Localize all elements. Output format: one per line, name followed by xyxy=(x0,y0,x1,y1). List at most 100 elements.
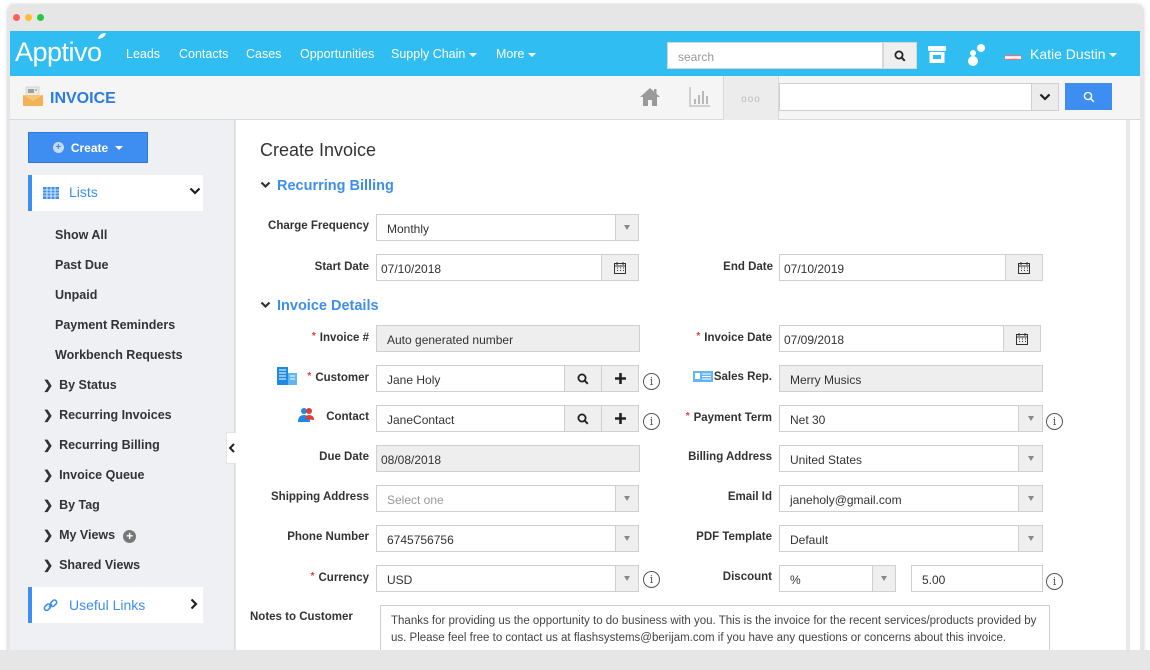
nav-more[interactable]: More xyxy=(496,47,537,61)
sidebar-group-by-status[interactable]: ❯ By Status xyxy=(43,378,117,392)
search-icon xyxy=(894,50,906,62)
nav-opportunities[interactable]: Opportunities xyxy=(300,47,374,61)
discount-value-input[interactable]: 5.00 xyxy=(911,565,1043,592)
customer-info-icon[interactable]: i xyxy=(643,373,660,390)
useful-links-toggle[interactable]: Useful Links xyxy=(28,587,203,623)
end-date-input[interactable]: 07/10/2019 xyxy=(779,254,1008,281)
app-search-button[interactable] xyxy=(1065,83,1112,110)
email-dropdown[interactable] xyxy=(1018,485,1043,512)
user-name: Katie Dustin xyxy=(1030,46,1106,62)
dropdown-arrow-icon xyxy=(624,576,630,581)
chart-icon[interactable] xyxy=(689,86,711,108)
phone-select[interactable]: 6745756756 xyxy=(376,525,616,552)
currency-select[interactable]: USD xyxy=(376,565,616,592)
maximize-window-button[interactable] xyxy=(37,14,44,21)
sidebar-group-recurring-invoices[interactable]: ❯ Recurring Invoices xyxy=(43,408,172,422)
section-title: Invoice Details xyxy=(277,298,379,314)
sidebar-item-workbench-requests[interactable]: Workbench Requests xyxy=(55,348,183,362)
pdf-template-dropdown[interactable] xyxy=(1018,525,1043,552)
nav-cases[interactable]: Cases xyxy=(246,47,281,61)
global-search-input[interactable]: search xyxy=(667,42,883,69)
currency-dropdown[interactable] xyxy=(615,565,639,592)
payment-term-info-icon[interactable]: i xyxy=(1046,413,1063,430)
due-date-input[interactable]: 08/08/2018 xyxy=(376,445,640,472)
sidebar-group-my-views[interactable]: ❯ My Views + xyxy=(43,528,137,543)
close-window-button[interactable] xyxy=(13,14,20,21)
sidebar-collapse-handle[interactable] xyxy=(226,432,236,464)
create-button[interactable]: + Create xyxy=(28,132,148,163)
sidebar-group-invoice-queue[interactable]: ❯ Invoice Queue xyxy=(43,468,145,482)
discount-info-icon[interactable]: i xyxy=(1046,573,1063,590)
store-icon[interactable] xyxy=(928,46,946,63)
label-text: Invoice # xyxy=(319,332,369,344)
sidebar-group-recurring-billing[interactable]: ❯ Recurring Billing xyxy=(43,438,160,452)
view-select-toggle[interactable] xyxy=(1032,83,1059,111)
people-icon[interactable] xyxy=(967,44,987,66)
payment-term-select[interactable]: Net 30 xyxy=(779,405,1019,432)
start-date-input[interactable]: 07/10/2018 xyxy=(376,254,604,281)
contact-search-button[interactable] xyxy=(564,405,602,432)
invoice-date-picker[interactable] xyxy=(1003,325,1041,352)
group-label: By Tag xyxy=(59,498,100,512)
shipping-address-dropdown[interactable] xyxy=(615,485,639,512)
global-search-button[interactable] xyxy=(883,42,917,69)
more-tab[interactable]: ooo xyxy=(723,76,779,120)
start-date-picker[interactable] xyxy=(601,254,639,281)
sidebar-item-past-due[interactable]: Past Due xyxy=(55,258,109,272)
payment-term-dropdown[interactable] xyxy=(1018,405,1043,432)
home-icon[interactable] xyxy=(639,86,661,108)
invoice-date-input[interactable]: 07/09/2018 xyxy=(779,325,1007,352)
required-marker: * xyxy=(685,411,690,422)
sidebar-item-payment-reminders[interactable]: Payment Reminders xyxy=(55,318,175,332)
billing-address-dropdown[interactable] xyxy=(1018,445,1043,472)
vertical-scrollbar[interactable] xyxy=(1126,120,1140,664)
nav-contacts[interactable]: Contacts xyxy=(179,47,228,61)
sidebar-group-shared-views[interactable]: ❯ Shared Views xyxy=(43,558,140,572)
title-bar xyxy=(8,4,1143,31)
end-date-picker[interactable] xyxy=(1005,254,1043,281)
user-menu[interactable]: Katie Dustin xyxy=(1030,46,1118,62)
flag-icon xyxy=(1005,55,1021,60)
section-invoice-details[interactable]: Invoice Details xyxy=(260,298,379,314)
invoice-number-input[interactable]: Auto generated number xyxy=(376,325,640,352)
apptivo-logo[interactable]: Apptivo xyxy=(15,33,106,68)
sidebar-item-show-all[interactable]: Show All xyxy=(55,228,107,242)
charge-frequency-label: Charge Frequency xyxy=(268,220,369,232)
charge-frequency-select[interactable]: Monthly xyxy=(376,214,616,241)
contact-input[interactable]: JaneContact xyxy=(376,405,566,432)
group-label: My Views xyxy=(59,528,116,542)
calendar-grid-icon xyxy=(43,187,59,199)
nav-leads[interactable]: Leads xyxy=(126,47,160,61)
nav-supply-chain[interactable]: Supply Chain xyxy=(391,47,478,61)
email-select[interactable]: janeholy@gmail.com xyxy=(779,485,1019,512)
discount-type-select[interactable]: % xyxy=(779,565,873,592)
sales-rep-input[interactable]: Merry Musics xyxy=(779,365,1043,392)
customer-input[interactable]: Jane Holy xyxy=(376,365,566,392)
contact-info-icon[interactable]: i xyxy=(643,413,660,430)
dropdown-arrow-icon xyxy=(624,536,630,541)
start-date-label: Start Date xyxy=(314,261,369,273)
charge-frequency-dropdown[interactable] xyxy=(615,214,639,241)
dropdown-arrow-icon xyxy=(1027,496,1034,501)
discount-type-dropdown[interactable] xyxy=(872,565,896,592)
caret-down-icon xyxy=(115,145,124,150)
view-select[interactable] xyxy=(779,83,1032,111)
section-recurring-billing[interactable]: Recurring Billing xyxy=(260,178,394,194)
lists-panel-toggle[interactable]: Lists xyxy=(28,175,203,211)
customer-add-button[interactable] xyxy=(601,365,639,392)
customer-search-button[interactable] xyxy=(564,365,602,392)
phone-dropdown[interactable] xyxy=(615,525,639,552)
sales-rep-label: Sales Rep. xyxy=(713,371,772,383)
discount-label: Discount xyxy=(722,571,772,583)
sidebar-group-by-tag[interactable]: ❯ By Tag xyxy=(43,498,100,512)
caret-down-icon xyxy=(528,52,537,57)
shipping-address-select[interactable]: Select one xyxy=(376,485,616,512)
required-marker: * xyxy=(307,371,312,382)
minimize-window-button[interactable] xyxy=(25,14,32,21)
currency-info-icon[interactable]: i xyxy=(643,571,660,588)
contact-add-button[interactable] xyxy=(601,405,639,432)
sidebar-item-unpaid[interactable]: Unpaid xyxy=(55,288,97,302)
add-view-icon[interactable]: + xyxy=(123,530,137,543)
billing-address-select[interactable]: United States xyxy=(779,445,1019,472)
pdf-template-select[interactable]: Default xyxy=(779,525,1019,552)
